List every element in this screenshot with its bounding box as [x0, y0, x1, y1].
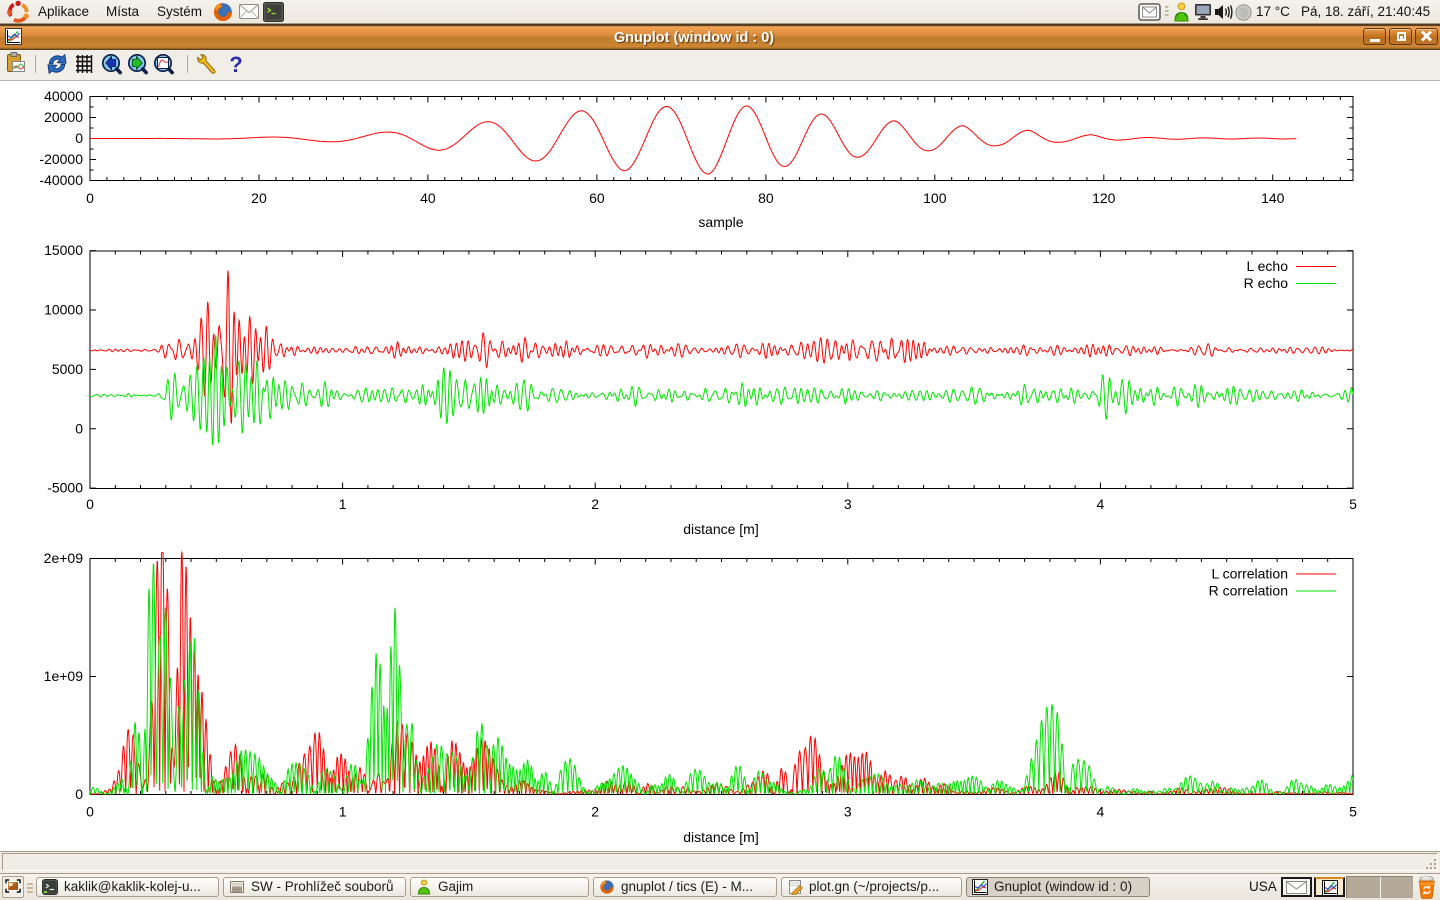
svg-text:5: 5 [1349, 496, 1357, 512]
svg-text:3: 3 [844, 496, 852, 512]
svg-text:5: 5 [1349, 804, 1357, 820]
svg-text:?: ? [229, 52, 242, 77]
svg-text:40000: 40000 [44, 88, 83, 104]
svg-text:60: 60 [589, 190, 605, 206]
svg-text:80: 80 [758, 190, 774, 206]
svg-text:0: 0 [75, 420, 83, 436]
svg-text:10000: 10000 [44, 302, 83, 318]
svg-text:distance [m]: distance [m] [683, 829, 758, 845]
svg-text:distance [m]: distance [m] [683, 521, 758, 537]
svg-text:2: 2 [591, 496, 599, 512]
svg-text:120: 120 [1092, 190, 1116, 206]
svg-text:4: 4 [1097, 804, 1105, 820]
svg-text:1e+09: 1e+09 [44, 668, 84, 684]
svg-text:15000: 15000 [44, 242, 83, 258]
svg-text:-20000: -20000 [39, 151, 83, 167]
svg-text:1: 1 [339, 496, 347, 512]
svg-text:R correlation: R correlation [1209, 583, 1288, 599]
svg-text:0: 0 [86, 190, 94, 206]
svg-text:L echo: L echo [1246, 258, 1288, 274]
svg-text:2e+09: 2e+09 [44, 550, 84, 566]
svg-text:40: 40 [420, 190, 436, 206]
svg-text:5000: 5000 [52, 361, 83, 377]
svg-text:sample: sample [698, 214, 743, 230]
svg-text:L correlation: L correlation [1211, 566, 1288, 582]
svg-text:-40000: -40000 [39, 172, 83, 188]
svg-text:2: 2 [591, 804, 599, 820]
svg-text:4: 4 [1097, 496, 1105, 512]
svg-text:0: 0 [75, 130, 83, 146]
svg-text:100: 100 [923, 190, 947, 206]
svg-text:3: 3 [844, 804, 852, 820]
svg-text:0: 0 [86, 496, 94, 512]
svg-text:20: 20 [251, 190, 267, 206]
svg-text:R echo: R echo [1244, 275, 1289, 291]
svg-text:140: 140 [1261, 190, 1285, 206]
svg-text:20000: 20000 [44, 109, 83, 125]
svg-text:-5000: -5000 [47, 480, 83, 496]
svg-text:0: 0 [75, 786, 83, 802]
svg-text:0: 0 [86, 804, 94, 820]
svg-text:1: 1 [339, 804, 347, 820]
